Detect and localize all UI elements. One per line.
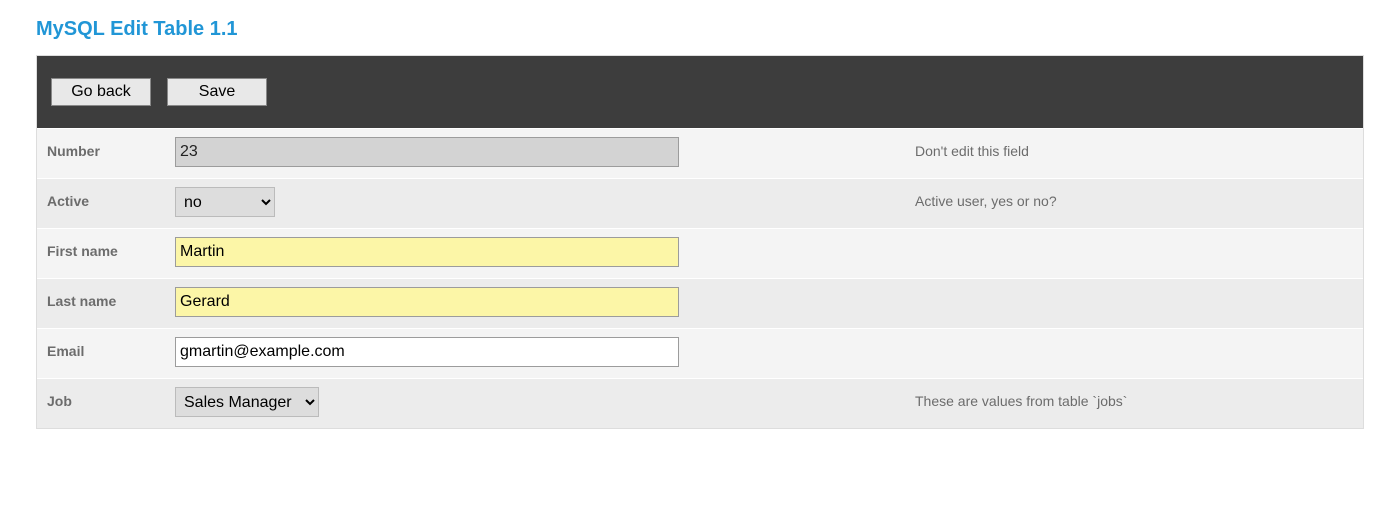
field-hint — [915, 237, 1353, 243]
field-hint: Active user, yes or no? — [915, 187, 1353, 209]
field-hint — [915, 337, 1353, 343]
toolbar: Go back Save — [37, 56, 1363, 128]
field-hint — [915, 287, 1353, 293]
save-button[interactable]: Save — [167, 78, 267, 106]
field-label: Email — [47, 337, 175, 359]
field-row-firstname: First name — [37, 228, 1363, 278]
field-row-lastname: Last name — [37, 278, 1363, 328]
field-label: Number — [47, 137, 175, 159]
field-hint: Don't edit this field — [915, 137, 1353, 159]
field-label: First name — [47, 237, 175, 259]
field-row-active: Active no Active user, yes or no? — [37, 178, 1363, 228]
field-label: Active — [47, 187, 175, 209]
email-input[interactable] — [175, 337, 679, 367]
go-back-button[interactable]: Go back — [51, 78, 151, 106]
active-select[interactable]: no — [175, 187, 275, 217]
field-hint: These are values from table `jobs` — [915, 387, 1353, 409]
field-row-email: Email — [37, 328, 1363, 378]
field-label: Last name — [47, 287, 175, 309]
firstname-input[interactable] — [175, 237, 679, 267]
number-input — [175, 137, 679, 167]
job-select[interactable]: Sales Manager — [175, 387, 319, 417]
page-title: MySQL Edit Table 1.1 — [36, 18, 1364, 41]
field-row-number: Number Don't edit this field — [37, 128, 1363, 178]
field-row-job: Job Sales Manager These are values from … — [37, 378, 1363, 428]
lastname-input[interactable] — [175, 287, 679, 317]
edit-form: Go back Save Number Don't edit this fiel… — [36, 55, 1364, 429]
field-label: Job — [47, 387, 175, 409]
